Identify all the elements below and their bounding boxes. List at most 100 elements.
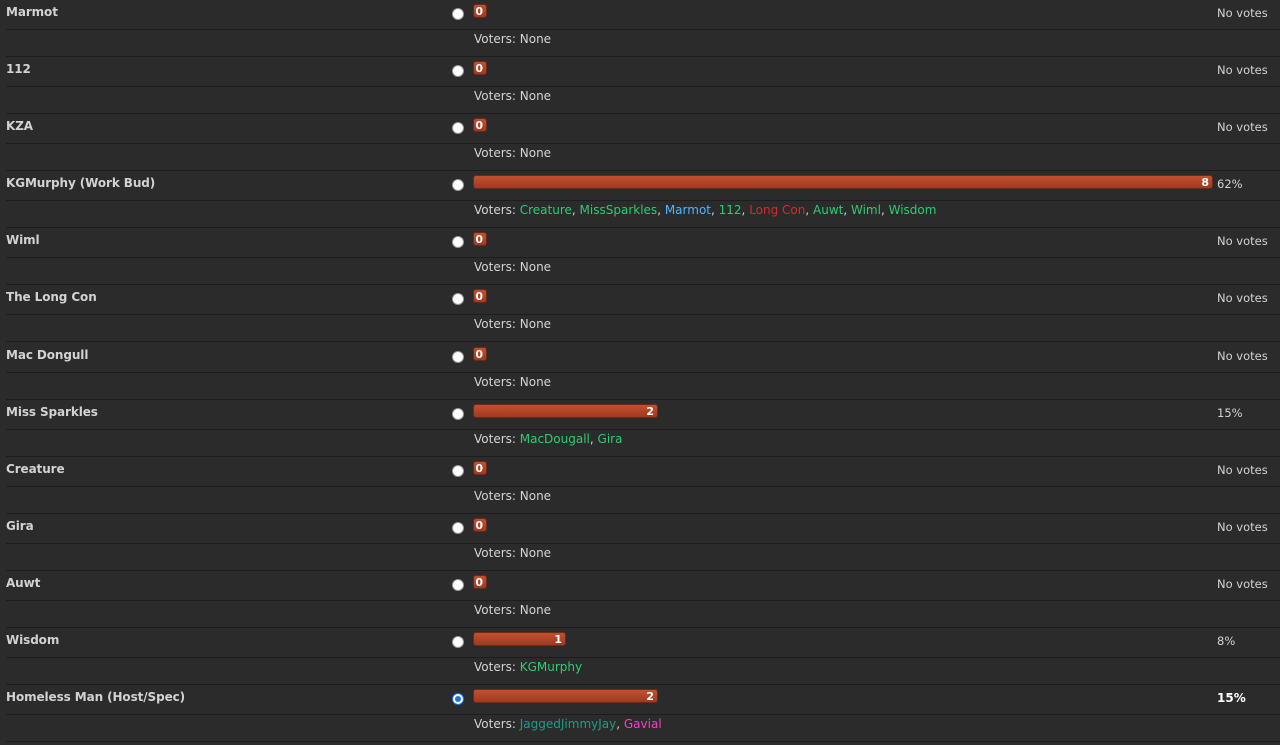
poll-option: Wiml 0 No votes Voters: None (0, 228, 1280, 286)
voter-link[interactable]: Wisdom (889, 203, 937, 217)
vote-bar: 0 (473, 574, 487, 589)
option-name: KGMurphy (Work Bud) (6, 176, 156, 191)
voter-link[interactable]: Wiml (851, 203, 881, 217)
voters-list: Voters: None (474, 317, 551, 331)
poll-option-row: Wisdom 1 8% (6, 628, 1280, 659)
option-radio[interactable] (452, 293, 464, 306)
voter-link[interactable]: KGMurphy (520, 660, 582, 674)
voters-label: Voters: (474, 660, 520, 675)
option-name: Wiml (6, 233, 40, 248)
voters-label: Voters: (474, 488, 520, 503)
voters-list: Voters: MacDougall, Gira (474, 432, 622, 446)
poll-option-row: Homeless Man (Host/Spec) 2 15% (6, 685, 1280, 716)
voter-separator: , (616, 717, 624, 732)
voter-link[interactable]: 112 (719, 203, 742, 217)
vote-bar-track: 0 (473, 460, 1213, 475)
voter-link[interactable]: Auwt (813, 203, 843, 217)
vote-count: 2 (646, 690, 654, 704)
vote-bar-track: 0 (473, 574, 1213, 589)
voters-list: Voters: None (474, 32, 551, 46)
vote-percent: No votes (1217, 6, 1268, 20)
voter-link[interactable]: Marmot (665, 203, 711, 217)
poll-option-row: Wiml 0 No votes (6, 228, 1280, 259)
voters-row: Voters: None (6, 544, 1280, 571)
vote-percent: 62% (1217, 177, 1243, 192)
vote-bar: 2 (473, 689, 658, 704)
vote-count: 0 (475, 290, 483, 304)
vote-bar-track: 8 (473, 175, 1213, 190)
voters-list: Voters: None (474, 89, 551, 103)
voters-none: None (519, 32, 552, 46)
voter-link[interactable]: Gira (598, 432, 623, 446)
option-radio[interactable] (452, 122, 464, 135)
vote-percent: 8% (1217, 634, 1236, 649)
voters-row: Voters: None (6, 487, 1280, 514)
poll-option: Gira 0 No votes Voters: None (0, 514, 1280, 571)
option-radio[interactable] (452, 521, 464, 534)
option-radio[interactable] (452, 65, 464, 78)
voters-none: None (519, 260, 552, 275)
option-radio[interactable] (452, 407, 464, 420)
voters-list: Voters: None (474, 260, 551, 274)
option-radio[interactable] (452, 578, 464, 591)
voter-separator: , (589, 431, 598, 446)
voter-link[interactable]: Long Con (749, 203, 805, 217)
option-name: Creature (6, 461, 65, 476)
option-name: Auwt (6, 575, 41, 590)
poll-option-row: Creature 0 No votes (6, 457, 1280, 487)
option-name: Marmot (6, 5, 58, 19)
option-radio[interactable] (452, 8, 464, 20)
poll-option-row: KGMurphy (Work Bud) 8 62% (6, 171, 1280, 202)
voters-label: Voters: (474, 146, 520, 161)
option-radio[interactable] (452, 636, 464, 649)
option-radio[interactable] (452, 236, 464, 249)
voters-label: Voters: (474, 374, 520, 389)
voters-none: None (519, 488, 552, 503)
voter-link[interactable]: MacDougall (520, 432, 590, 446)
vote-bar: 0 (473, 4, 487, 18)
poll-option-row: The Long Con 0 No votes (6, 285, 1280, 316)
vote-bar: 0 (473, 118, 487, 133)
voters-label: Voters: (474, 317, 520, 332)
voters-row: Voters: None (6, 30, 1280, 57)
voters-label: Voters: (474, 717, 520, 732)
vote-count: 0 (475, 518, 483, 532)
poll-option: Creature 0 No votes Voters: None (0, 457, 1280, 514)
option-radio[interactable] (452, 179, 464, 192)
voter-link[interactable]: MissSparkles (580, 203, 658, 217)
voters-label: Voters: (474, 545, 520, 560)
vote-bar-track: 0 (473, 346, 1213, 361)
voters-label: Voters: (474, 203, 520, 218)
poll-option-row: Marmot 0 No votes (6, 0, 1280, 30)
vote-count: 2 (646, 404, 654, 418)
option-radio[interactable] (452, 464, 464, 477)
option-radio[interactable] (452, 350, 464, 363)
poll-option: Mac Dongull 0 No votes Voters: None (0, 343, 1280, 400)
voter-link[interactable]: Creature (520, 203, 572, 217)
voters-label: Voters: (474, 431, 520, 446)
vote-bar: 0 (473, 61, 487, 76)
voters-label: Voters: (474, 89, 520, 104)
voter-separator: , (711, 203, 719, 218)
poll-option: Homeless Man (Host/Spec) 2 15% Voters: Jagg… (0, 685, 1280, 743)
vote-count: 0 (475, 119, 483, 133)
option-radio[interactable] (452, 693, 464, 706)
voters-row: Voters: KGMurphy (6, 658, 1280, 686)
voters-none: None (519, 602, 552, 617)
vote-count: 8 (1201, 176, 1209, 190)
voter-separator: , (571, 203, 580, 218)
voter-link[interactable]: Gavial (624, 717, 662, 731)
voters-list: Voters: None (474, 546, 551, 560)
vote-percent: No votes (1217, 120, 1268, 135)
voter-link[interactable]: JaggedJimmyJay (520, 717, 616, 731)
vote-count: 0 (475, 461, 483, 475)
vote-bar-track: 0 (473, 4, 1213, 18)
vote-count: 0 (475, 347, 483, 361)
vote-bar: 0 (473, 289, 487, 304)
voters-none: None (519, 374, 552, 389)
vote-percent: No votes (1217, 576, 1268, 591)
voters-label: Voters: (474, 260, 520, 275)
voters-none: None (519, 317, 552, 332)
poll-option: KGMurphy (Work Bud) 8 62% Voters: Creature,… (0, 171, 1280, 229)
poll-option: KZA 0 No votes Voters: None (0, 114, 1280, 172)
